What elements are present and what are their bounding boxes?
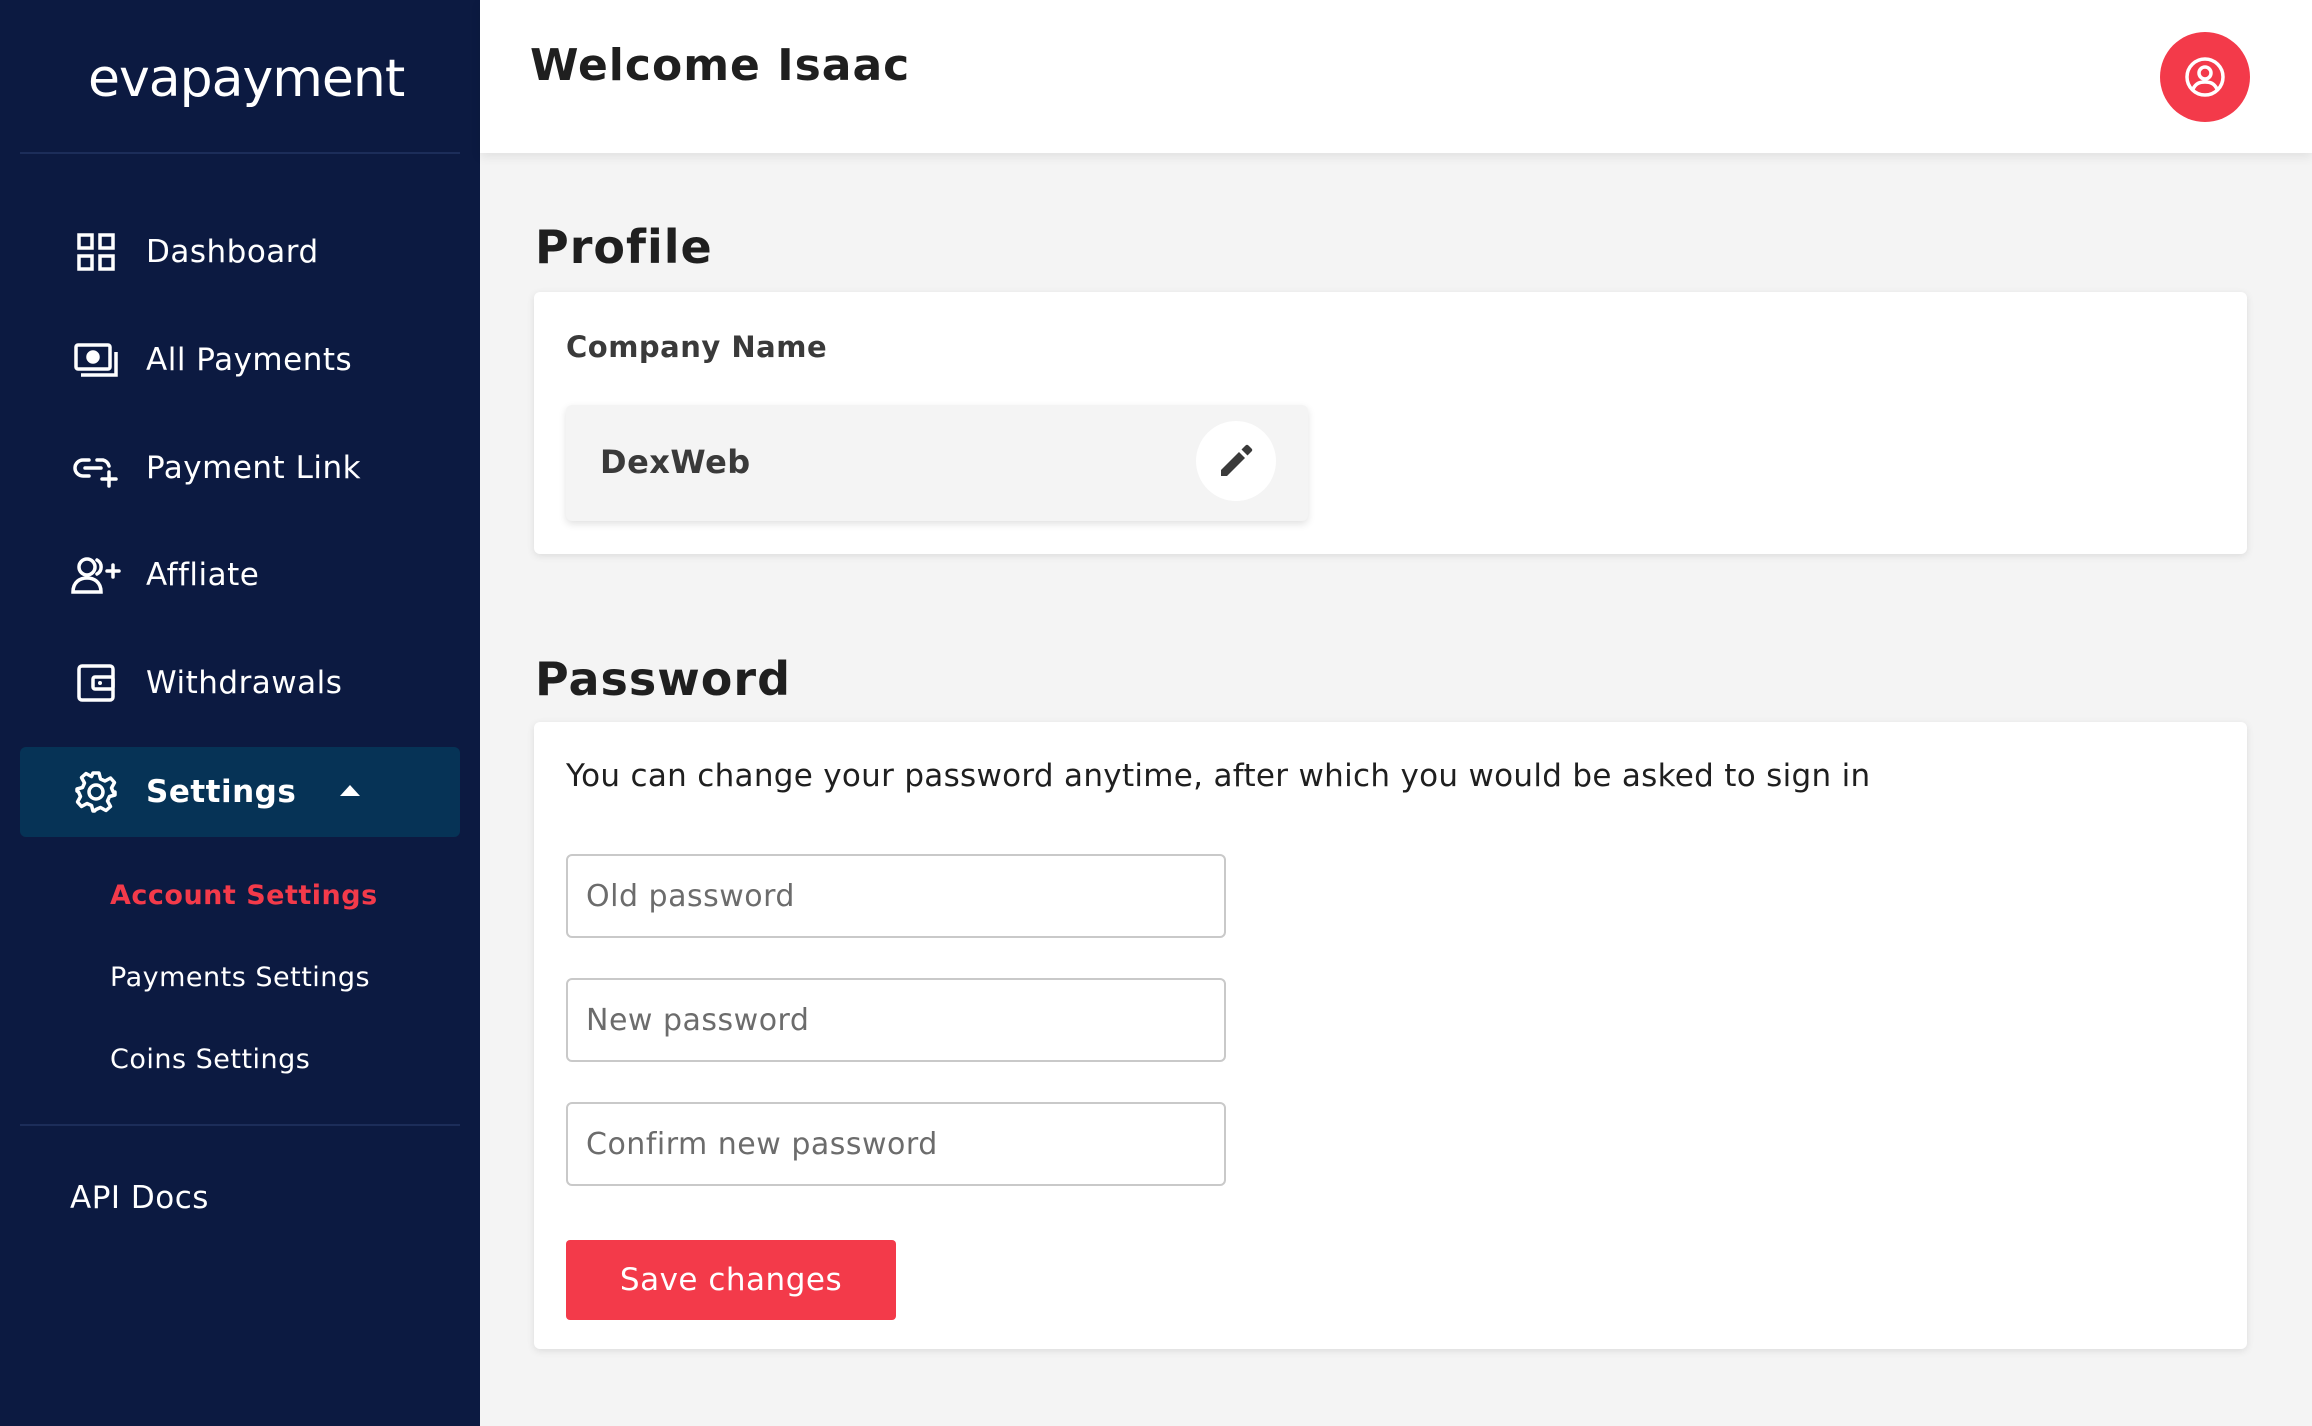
user-circle-icon: [2185, 57, 2225, 97]
sidebar-item-label: Affliate: [146, 557, 260, 593]
sidebar-divider: [20, 1124, 460, 1126]
profile-button[interactable]: [2160, 32, 2250, 122]
edit-company-button[interactable]: [1196, 421, 1276, 501]
company-name-value: DexWeb: [600, 443, 751, 481]
company-name-field: DexWeb: [566, 405, 1308, 521]
dashboard-grid-icon: [68, 224, 124, 280]
sidebar-item-api-docs[interactable]: API Docs: [70, 1180, 209, 1216]
caret-up-icon: [340, 785, 360, 796]
sidebar-item-label: All Payments: [146, 342, 353, 378]
sidebar-item-label: Dashboard: [146, 234, 319, 270]
pencil-icon: [1221, 444, 1253, 476]
link-plus-icon: [68, 440, 124, 496]
sidebar-subitem-payments-settings[interactable]: Payments Settings: [110, 962, 370, 993]
password-section-title: Password: [535, 652, 791, 706]
save-changes-button[interactable]: Save changes: [566, 1240, 896, 1320]
page-title: Welcome Isaac: [530, 40, 911, 91]
profile-section-title: Profile: [535, 220, 713, 274]
sidebar-item-label: Settings: [146, 774, 297, 810]
sidebar-divider: [20, 152, 460, 154]
company-name-label: Company Name: [566, 330, 828, 364]
sidebar-item-label: Payment Link: [146, 450, 362, 486]
new-password-input[interactable]: [566, 978, 1226, 1062]
password-card: You can change your password anytime, af…: [534, 722, 2247, 1349]
sidebar-item-affliate[interactable]: Affliate: [20, 530, 460, 620]
old-password-input[interactable]: [566, 854, 1226, 938]
password-description: You can change your password anytime, af…: [566, 758, 1871, 794]
payments-cash-icon: [68, 332, 124, 388]
sidebar-item-withdrawals[interactable]: Withdrawals: [20, 638, 460, 728]
logo-text: evapayment: [88, 49, 405, 109]
user-add-icon: [68, 547, 124, 603]
sidebar: evapayment Dashboard All Payments Paymen…: [0, 0, 480, 1426]
wallet-icon: [68, 655, 124, 711]
sidebar-item-settings[interactable]: Settings: [20, 747, 460, 837]
gear-icon: [68, 764, 124, 820]
sidebar-item-payment-link[interactable]: Payment Link: [20, 423, 460, 513]
sidebar-subitem-account-settings[interactable]: Account Settings: [110, 880, 378, 911]
sidebar-subitem-coins-settings[interactable]: Coins Settings: [110, 1044, 310, 1075]
sidebar-item-all-payments[interactable]: All Payments: [20, 315, 460, 405]
sidebar-item-label: Withdrawals: [146, 665, 343, 701]
confirm-password-input[interactable]: [566, 1102, 1226, 1186]
topbar: Welcome Isaac: [480, 0, 2312, 153]
sidebar-item-dashboard[interactable]: Dashboard: [20, 207, 460, 297]
logo[interactable]: evapayment: [88, 44, 405, 114]
profile-card: Company Name DexWeb: [534, 292, 2247, 554]
